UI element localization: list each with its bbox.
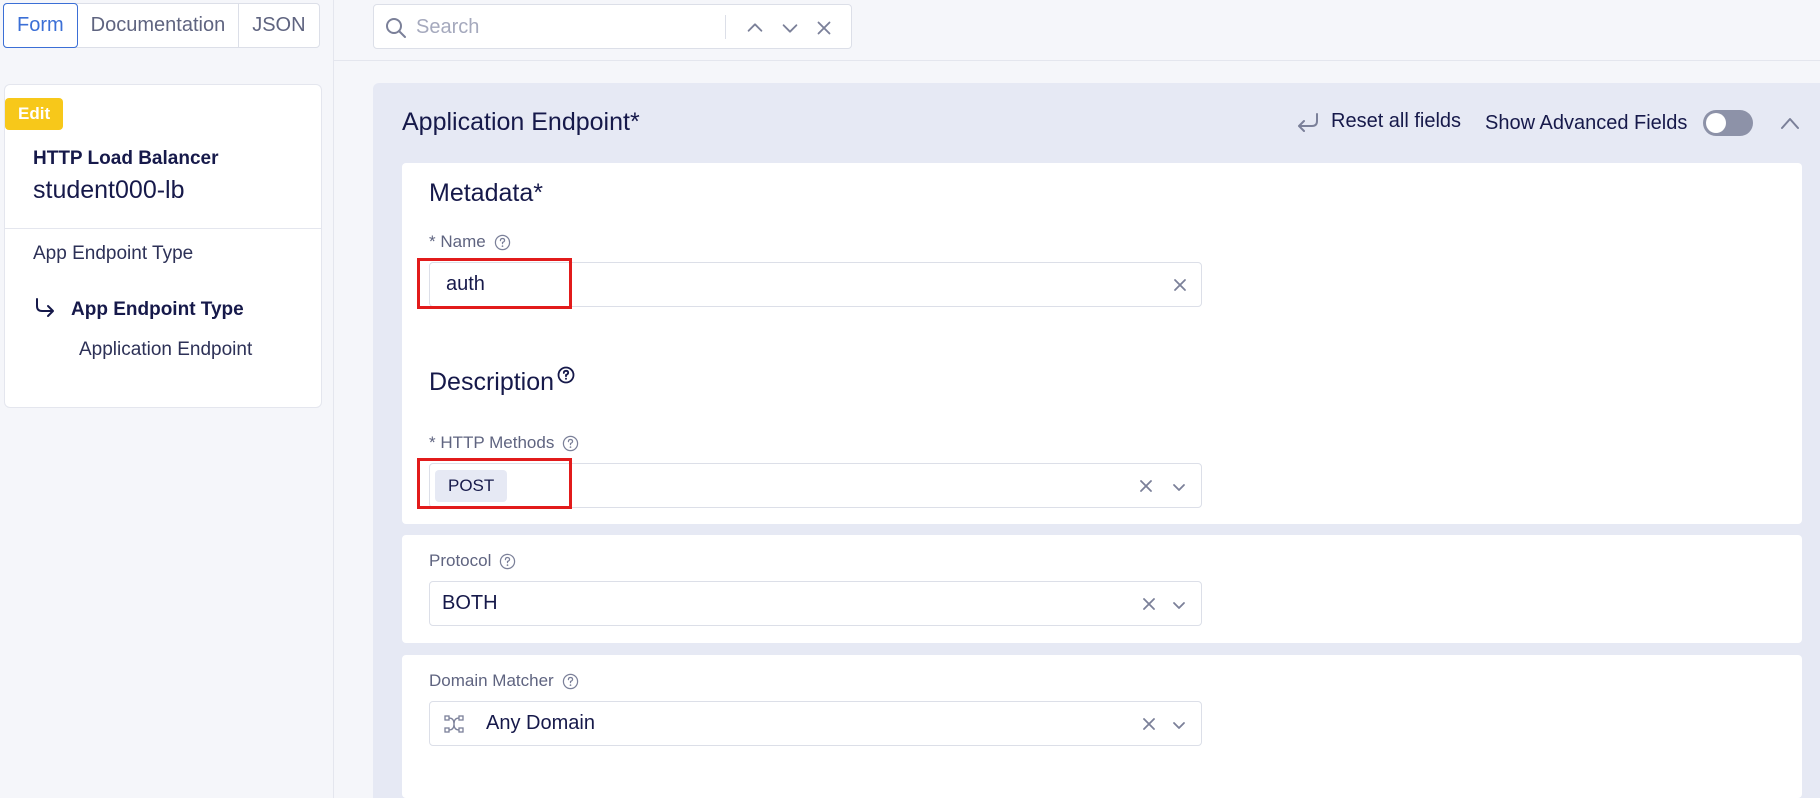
name-label-text: * Name — [429, 232, 486, 251]
close-icon[interactable] — [1140, 715, 1158, 733]
domain-matcher-select[interactable]: Any Domain — [429, 701, 1202, 746]
metadata-card: Metadata* * Name auth Description — [402, 163, 1802, 434]
description-heading-wrap: Description — [429, 366, 575, 397]
http-methods-highlight — [417, 458, 572, 509]
http-methods-card: * HTTP Methods POST — [402, 417, 1802, 524]
nav-divider — [5, 228, 321, 229]
return-arrow-icon — [36, 298, 54, 317]
help-icon[interactable] — [562, 673, 579, 690]
close-icon[interactable] — [1140, 595, 1158, 613]
chevron-down-icon[interactable] — [1170, 716, 1188, 734]
search-input[interactable] — [416, 13, 716, 41]
http-methods-label: * HTTP Methods — [429, 433, 579, 453]
edit-badge: Edit — [5, 98, 64, 130]
top-bar — [334, 0, 1820, 61]
http-methods-label-text: * HTTP Methods — [429, 433, 555, 452]
object-name: student000-lb — [33, 176, 185, 204]
advanced-fields-toggle[interactable] — [1703, 110, 1753, 136]
left-sidebar: Form Documentation JSON Edit HTTP Load B… — [0, 0, 334, 798]
protocol-select[interactable]: BOTH — [429, 581, 1202, 626]
close-icon[interactable] — [813, 17, 835, 39]
search-box — [373, 4, 852, 49]
tab-form[interactable]: Form — [3, 3, 78, 48]
domain-matcher-label: Domain Matcher — [429, 671, 579, 691]
object-nav-card: Edit HTTP Load Balancer student000-lb Ap… — [4, 84, 322, 408]
name-label: * Name — [429, 232, 511, 252]
view-tabs: Form Documentation JSON — [3, 3, 320, 48]
help-icon[interactable] — [499, 553, 516, 570]
toggle-knob — [1706, 113, 1726, 133]
reset-label: Reset all fields — [1331, 110, 1462, 132]
chevron-down-icon[interactable] — [1170, 478, 1188, 496]
help-icon[interactable] — [494, 234, 511, 251]
help-icon[interactable] — [562, 435, 579, 452]
domain-matcher-card: Domain Matcher Any Domain — [402, 655, 1802, 798]
protocol-card: Protocol BOTH — [402, 535, 1802, 643]
chevron-up-icon[interactable] — [1778, 113, 1802, 133]
name-field-highlight — [417, 258, 572, 309]
search-icon — [386, 18, 406, 38]
advanced-fields-label: Show Advanced Fields — [1485, 112, 1688, 134]
protocol-value: BOTH — [442, 592, 498, 614]
object-type: HTTP Load Balancer — [33, 148, 219, 169]
help-icon[interactable] — [557, 366, 575, 384]
description-heading: Description — [429, 368, 555, 396]
tab-documentation[interactable]: Documentation — [78, 4, 240, 47]
domain-matcher-icon — [444, 715, 464, 733]
protocol-label-text: Protocol — [429, 551, 492, 570]
domain-matcher-value: Any Domain — [486, 712, 595, 734]
chevron-down-icon[interactable] — [779, 17, 801, 39]
metadata-heading: Metadata* — [429, 179, 543, 207]
search-divider — [725, 15, 726, 39]
tab-json[interactable]: JSON — [239, 4, 318, 47]
chevron-down-icon[interactable] — [1170, 596, 1188, 614]
close-icon[interactable] — [1171, 276, 1189, 294]
panel-title: Application Endpoint* — [402, 108, 640, 136]
undo-icon — [1298, 112, 1318, 132]
close-icon[interactable] — [1137, 477, 1155, 495]
application-endpoint-panel: Application Endpoint* Reset all fields S… — [373, 83, 1820, 798]
reset-all-fields-button[interactable]: Reset all fields — [1295, 110, 1461, 133]
protocol-label: Protocol — [429, 551, 516, 571]
nav-item-current[interactable]: App Endpoint Type — [71, 299, 244, 321]
domain-matcher-label-text: Domain Matcher — [429, 671, 554, 690]
nav-item-app-endpoint-type[interactable]: App Endpoint Type — [33, 243, 193, 265]
nav-item-application-endpoint[interactable]: Application Endpoint — [79, 339, 252, 361]
chevron-up-icon[interactable] — [744, 17, 766, 39]
